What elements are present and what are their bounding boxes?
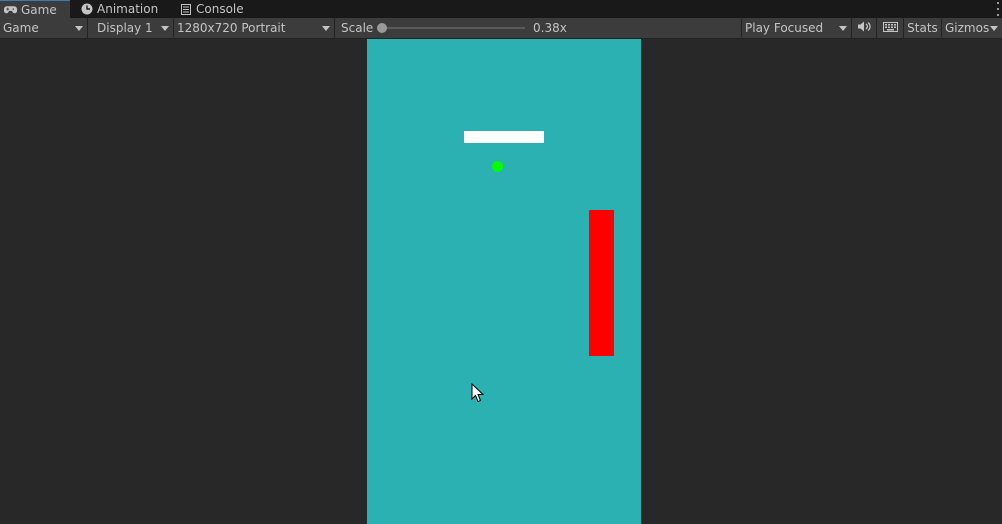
play-mode-dropdown[interactable]: Play Focused [742, 18, 852, 38]
resolution-value: 1280x720 Portrait [177, 21, 286, 35]
keyboard-icon [882, 21, 898, 35]
view-mode-dropdown[interactable]: Game [0, 18, 88, 38]
tab-animation[interactable]: Animation [80, 0, 158, 18]
more-options-icon[interactable] [996, 2, 1000, 16]
chevron-down-icon [990, 26, 998, 31]
chevron-down-icon [839, 26, 847, 31]
editor-tab-bar: Game Animation Console [0, 0, 1002, 18]
speaker-icon [857, 21, 871, 35]
display-dropdown[interactable]: Display 1 [88, 18, 174, 38]
chevron-down-icon [75, 26, 83, 31]
game-viewport[interactable] [367, 39, 641, 524]
tab-game[interactable]: Game [0, 0, 70, 18]
gizmos-label: Gizmos [945, 21, 990, 35]
ball [492, 161, 503, 172]
view-mode-value: Game [3, 21, 39, 35]
gamepad-icon [4, 4, 17, 16]
scale-label: Scale [341, 21, 374, 35]
play-mode-value: Play Focused [745, 21, 824, 35]
stats-label: Stats [907, 21, 938, 35]
stats-toggle[interactable]: Stats [904, 18, 942, 38]
obstacle-block [589, 210, 614, 356]
game-view-toolbar: Game Display 1 1280x720 Portrait Scale 0… [0, 18, 1002, 39]
player-paddle [464, 131, 544, 143]
scale-slider-handle[interactable] [377, 23, 387, 33]
console-icon [179, 3, 192, 15]
resolution-dropdown[interactable]: 1280x720 Portrait [174, 18, 335, 38]
keyboard-shortcuts-toggle[interactable] [877, 18, 904, 38]
clock-icon [80, 3, 93, 15]
display-value: Display 1 [97, 21, 153, 35]
tab-game-label: Game [21, 2, 57, 17]
scale-control: Scale 0.38x [335, 18, 742, 38]
chevron-down-icon [322, 26, 330, 31]
gizmos-dropdown[interactable]: Gizmos [942, 18, 1002, 38]
tab-animation-label: Animation [97, 2, 159, 16]
mute-audio-toggle[interactable] [852, 18, 877, 38]
tab-console-label: Console [196, 2, 244, 16]
scale-slider-track[interactable] [379, 27, 525, 29]
scale-value: 0.38x [533, 21, 567, 35]
tab-console[interactable]: Console [179, 0, 244, 18]
chevron-down-icon [161, 26, 169, 31]
mouse-cursor-icon [471, 383, 485, 403]
